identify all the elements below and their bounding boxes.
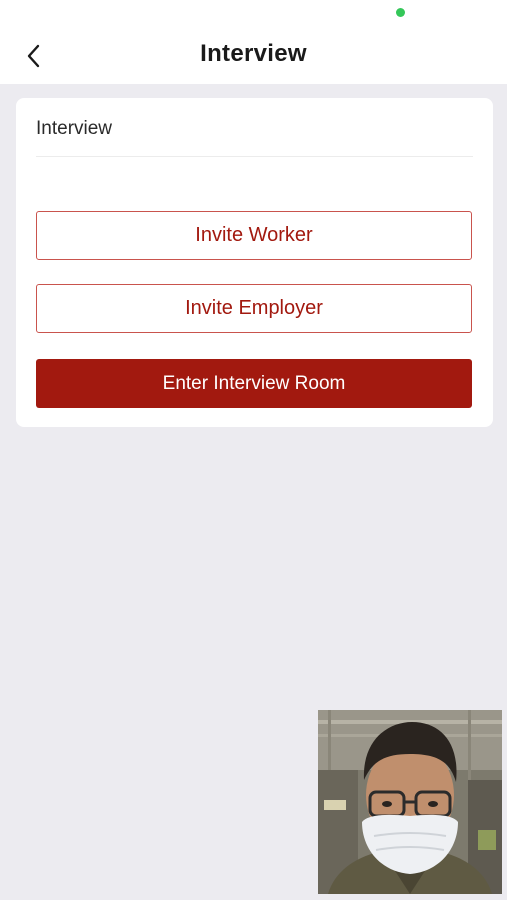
status-bar — [0, 0, 507, 28]
invite-employer-button[interactable]: Invite Employer — [36, 284, 472, 333]
self-video-preview[interactable] — [318, 710, 502, 894]
camera-active-indicator-icon — [396, 8, 405, 17]
enter-interview-room-label: Enter Interview Room — [162, 372, 346, 394]
video-feed-image — [318, 710, 502, 894]
interview-screen: Interview Interview Invite Worker Invite… — [0, 0, 507, 900]
interview-card: Interview Invite Worker Invite Employer … — [16, 98, 493, 427]
navigation-bar: Interview — [0, 28, 507, 84]
enter-interview-room-button[interactable]: Enter Interview Room — [36, 359, 472, 408]
invite-worker-label: Invite Worker — [195, 224, 313, 246]
card-divider — [36, 156, 473, 157]
card-title: Interview — [36, 118, 113, 139]
page-title: Interview — [200, 40, 307, 67]
invite-worker-button[interactable]: Invite Worker — [36, 211, 472, 260]
invite-employer-label: Invite Employer — [185, 297, 323, 319]
